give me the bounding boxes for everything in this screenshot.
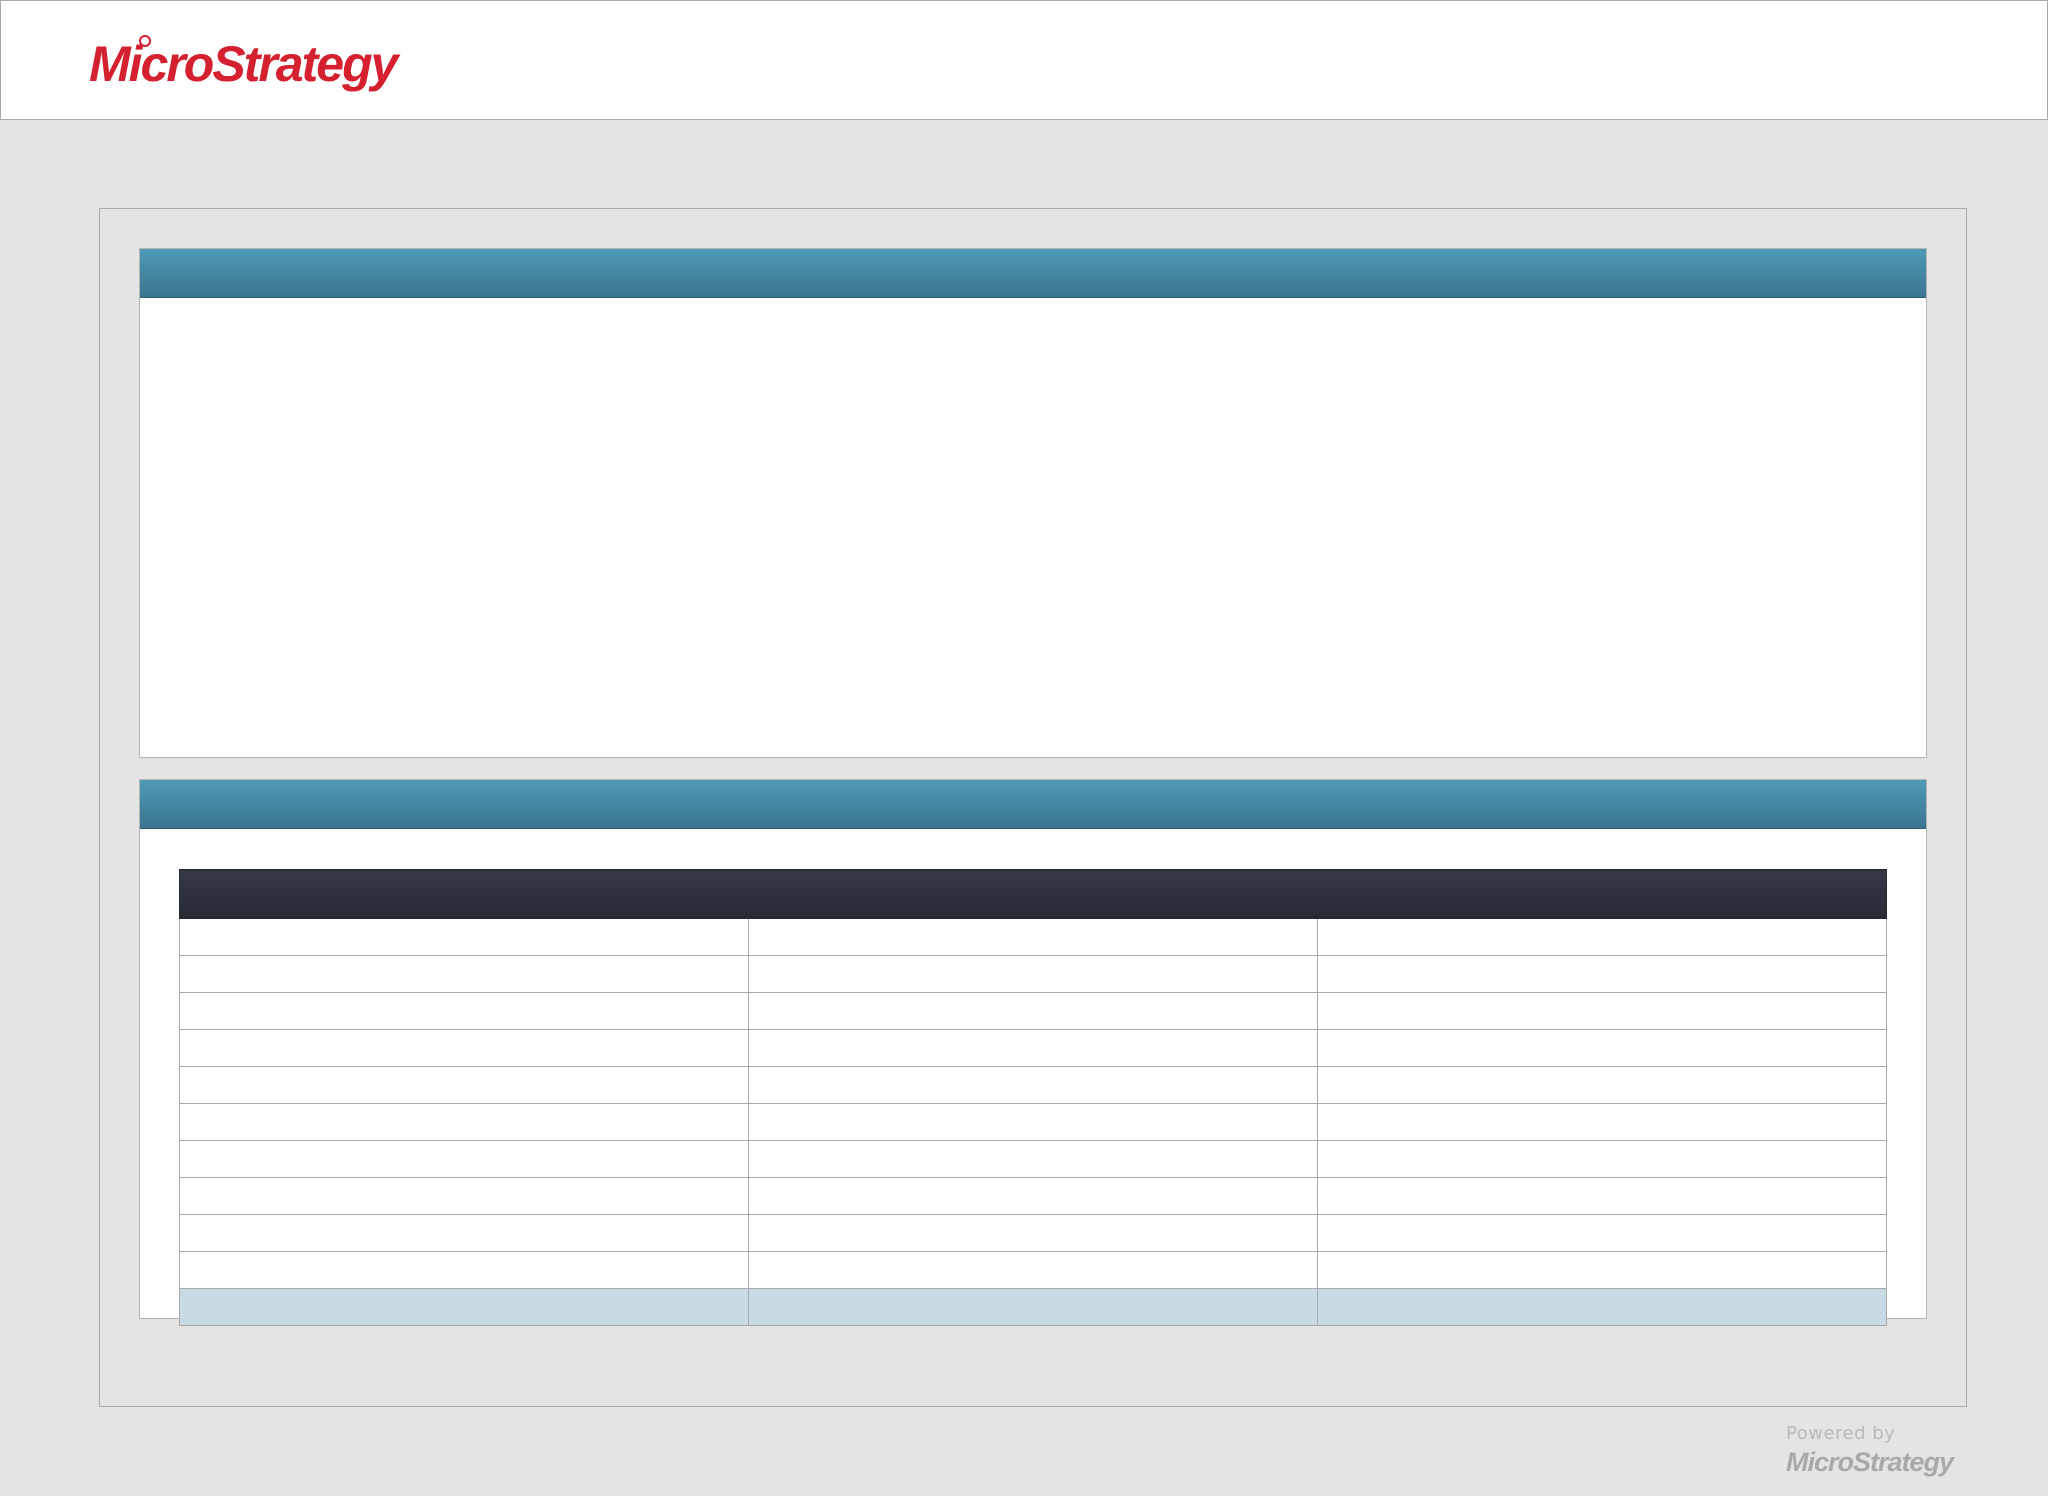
table-cell xyxy=(748,1214,1318,1252)
table-cell xyxy=(179,992,749,1030)
grid-body xyxy=(179,918,1887,1326)
top-banner: MicroStrategy xyxy=(0,0,2048,120)
table-cell xyxy=(748,992,1318,1030)
total-cell xyxy=(1317,1288,1887,1326)
table-cell xyxy=(179,1140,749,1178)
table-cell xyxy=(748,1103,1318,1141)
table-row xyxy=(179,992,1887,1030)
table-cell xyxy=(1317,1103,1887,1141)
total-cell xyxy=(179,1288,749,1326)
data-grid xyxy=(179,869,1887,1326)
grid-header xyxy=(179,869,1887,919)
table-row xyxy=(179,918,1887,956)
total-row xyxy=(179,1288,1887,1326)
table-cell xyxy=(179,955,749,993)
table-cell xyxy=(1317,1251,1887,1289)
table-row xyxy=(179,1214,1887,1252)
powered-by-footer: Powered by MicroStrategy xyxy=(1786,1423,1966,1477)
section-top-header xyxy=(140,249,1926,298)
table-row xyxy=(179,1177,1887,1215)
table-row xyxy=(179,1103,1887,1141)
powered-by-logo: MicroStrategy xyxy=(1786,1447,1957,1477)
microstrategy-logo: MicroStrategy xyxy=(89,35,403,92)
table-cell xyxy=(748,1029,1318,1067)
table-row xyxy=(179,1251,1887,1289)
table-cell xyxy=(748,1066,1318,1104)
table-row xyxy=(179,955,1887,993)
table-cell xyxy=(179,1103,749,1141)
dashboard-panel xyxy=(99,208,1967,1407)
table-cell xyxy=(179,1066,749,1104)
powered-by-label: Powered by xyxy=(1786,1423,1896,1444)
table-cell xyxy=(1317,992,1887,1030)
table-cell xyxy=(1317,1066,1887,1104)
table-cell xyxy=(748,918,1318,956)
table-row xyxy=(179,1066,1887,1104)
table-row xyxy=(179,1029,1887,1067)
table-cell xyxy=(1317,1214,1887,1252)
table-cell xyxy=(179,918,749,956)
table-cell xyxy=(748,955,1318,993)
grid-header-row xyxy=(179,869,1887,919)
table-row xyxy=(179,1140,1887,1178)
table-cell xyxy=(1317,1140,1887,1178)
table-cell xyxy=(1317,1177,1887,1215)
table-cell xyxy=(748,1140,1318,1178)
table-cell xyxy=(179,1029,749,1067)
section-grid xyxy=(139,779,1927,1326)
table-cell xyxy=(1317,1029,1887,1067)
table-cell xyxy=(1317,918,1887,956)
table-cell xyxy=(179,1251,749,1289)
powered-by-logo-text: MicroStrategy xyxy=(1786,1447,1956,1477)
section-grid-header xyxy=(140,780,1926,829)
table-cell xyxy=(179,1177,749,1215)
table-cell xyxy=(748,1251,1318,1289)
table-cell xyxy=(179,1214,749,1252)
table-cell xyxy=(1317,955,1887,993)
total-cell xyxy=(748,1288,1318,1326)
table-cell xyxy=(748,1177,1318,1215)
logo-text: MicroStrategy xyxy=(89,36,401,92)
section-top xyxy=(139,248,1927,758)
